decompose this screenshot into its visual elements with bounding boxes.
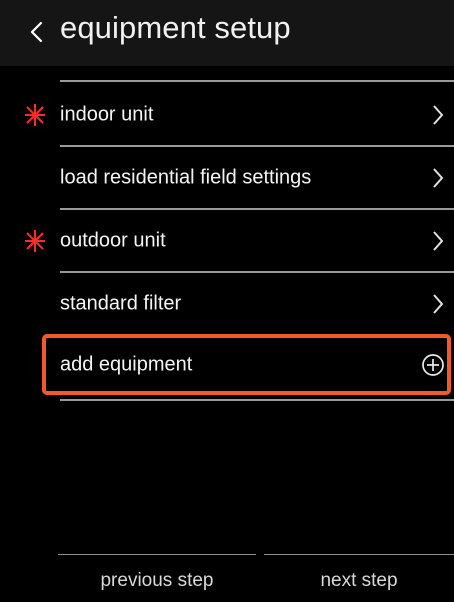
divider-add-equipment — [60, 399, 454, 401]
equipment-row-indoor-unit[interactable]: indoor unit — [0, 84, 454, 146]
asterisk-required-icon — [25, 104, 45, 126]
next-step-button[interactable]: next step — [264, 560, 454, 602]
equipment-row-label: outdoor unit — [60, 229, 166, 252]
equipment-row-outdoor-unit[interactable]: outdoor unit — [0, 210, 454, 272]
footer-divider-previous — [58, 554, 256, 555]
asterisk-required-icon — [25, 230, 45, 252]
page-title: equipment setup — [60, 10, 291, 45]
equipment-row-label: load residential field settings — [60, 166, 312, 189]
equipment-row-label: standard filter — [60, 292, 182, 315]
header-bar: equipment setup — [0, 0, 454, 66]
plus-circle-icon — [422, 353, 444, 376]
chevron-right-icon — [433, 231, 444, 251]
back-chevron-icon[interactable] — [28, 20, 46, 44]
add-equipment-row[interactable]: add equipment — [42, 334, 451, 395]
footer-divider-next — [264, 554, 454, 555]
equipment-row-label: indoor unit — [60, 103, 154, 126]
chevron-right-icon — [433, 168, 444, 188]
divider-top — [60, 80, 454, 82]
equipment-row-load-residential-field-settings[interactable]: load residential field settings — [0, 147, 454, 209]
chevron-right-icon — [433, 294, 444, 314]
add-equipment-label: add equipment — [60, 353, 193, 375]
equipment-row-standard-filter[interactable]: standard filter — [0, 273, 454, 335]
previous-step-button[interactable]: previous step — [58, 560, 256, 602]
chevron-right-icon — [433, 105, 444, 125]
